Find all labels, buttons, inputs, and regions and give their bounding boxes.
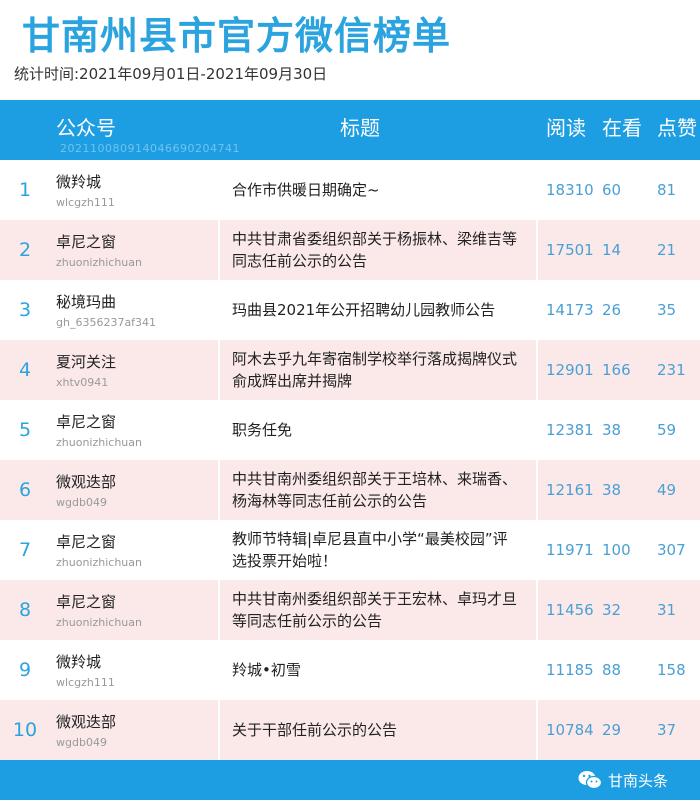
account-id: wlcgzh111 bbox=[56, 676, 115, 689]
header-watching: 在看 bbox=[602, 116, 642, 140]
read-count: 12381 bbox=[546, 421, 594, 439]
read-count: 11971 bbox=[546, 541, 594, 559]
likes-count: 31 bbox=[657, 601, 677, 619]
article-title: 中共甘肃省委组织部关于杨振林、梁维吉等同志任前公示的公告 bbox=[232, 230, 518, 270]
statistics-period: 统计时间:2021年09月01日-2021年09月30日 bbox=[14, 65, 328, 83]
watching-count: 29 bbox=[602, 721, 622, 739]
rank-number: 8 bbox=[18, 599, 32, 621]
read-count: 17501 bbox=[546, 241, 594, 259]
article-title: 职务任免 bbox=[232, 421, 293, 439]
read-count: 10784 bbox=[546, 721, 594, 739]
watching-count: 88 bbox=[602, 661, 622, 679]
watching-count: 60 bbox=[602, 181, 622, 199]
rank-number: 1 bbox=[18, 179, 32, 201]
header-read: 阅读 bbox=[546, 116, 586, 140]
likes-count: 231 bbox=[657, 361, 686, 379]
watermark-text: 甘南头条 bbox=[608, 771, 669, 790]
table-row: 5 卓尼之窗 zhuonizhichuan 职务任免 12381 38 59 bbox=[0, 400, 700, 460]
table-row: 2 卓尼之窗 zhuonizhichuan 中共甘肃省委组织部关于杨振林、梁维吉… bbox=[0, 220, 700, 280]
account-id: zhuonizhichuan bbox=[56, 556, 142, 569]
rank-number: 6 bbox=[18, 479, 32, 501]
rank-number: 3 bbox=[18, 299, 32, 321]
header-code: 202110080914046690204741 bbox=[60, 142, 240, 155]
account-id: wlcgzh111 bbox=[56, 196, 115, 209]
rank-number: 5 bbox=[18, 419, 32, 441]
account-name: 秘境玛曲 bbox=[56, 293, 117, 311]
watching-count: 166 bbox=[602, 361, 631, 379]
account-name: 夏河关注 bbox=[56, 353, 117, 371]
watermark: 甘南头条 bbox=[578, 761, 668, 799]
account-name: 卓尼之窗 bbox=[56, 413, 117, 431]
account-name: 卓尼之窗 bbox=[56, 593, 117, 611]
likes-count: 158 bbox=[657, 661, 686, 679]
read-count: 11185 bbox=[546, 661, 594, 679]
rank-number: 4 bbox=[18, 359, 32, 381]
wechat-icon bbox=[578, 771, 602, 790]
account-id: zhuonizhichuan bbox=[56, 616, 142, 629]
watching-count: 26 bbox=[602, 301, 622, 319]
likes-count: 21 bbox=[657, 241, 677, 259]
article-title: 中共甘南州委组织部关于王宏林、卓玛才旦等同志任前公示的公告 bbox=[232, 590, 518, 630]
table-row: 6 微观迭部 wgdb049 中共甘南州委组织部关于王培林、来瑞香、杨海林等同志… bbox=[0, 460, 700, 520]
watching-count: 32 bbox=[602, 601, 622, 619]
table-row: 9 微羚城 wlcgzh111 羚城•初雪 11185 88 158 bbox=[0, 640, 700, 700]
account-id: xhtv0941 bbox=[56, 376, 109, 389]
read-count: 14173 bbox=[546, 301, 594, 319]
article-title: 教师节特辑|卓尼县直中小学“最美校园”评选投票开始啦！ bbox=[232, 530, 508, 570]
page-title: 甘南州县市官方微信榜单 bbox=[22, 14, 452, 58]
rank-number: 7 bbox=[18, 539, 32, 561]
rank-number: 2 bbox=[18, 239, 32, 261]
account-id: zhuonizhichuan bbox=[56, 436, 142, 449]
account-name: 卓尼之窗 bbox=[56, 533, 117, 551]
table-row: 3 秘境玛曲 gh_6356237af341 玛曲县2021年公开招聘幼儿园教师… bbox=[0, 280, 700, 340]
account-id: gh_6356237af341 bbox=[56, 316, 157, 329]
watching-count: 14 bbox=[602, 241, 622, 259]
account-id: zhuonizhichuan bbox=[56, 256, 142, 269]
account-name: 微观迭部 bbox=[56, 473, 117, 491]
article-title: 关于干部任前公示的公告 bbox=[232, 721, 398, 739]
watching-count: 38 bbox=[602, 421, 622, 439]
account-id: wgdb049 bbox=[56, 496, 107, 509]
likes-count: 81 bbox=[657, 181, 677, 199]
account-name: 微羚城 bbox=[56, 173, 102, 191]
header-account: 公众号 bbox=[56, 116, 116, 140]
article-title: 玛曲县2021年公开招聘幼儿园教师公告 bbox=[232, 301, 496, 319]
likes-count: 35 bbox=[657, 301, 677, 319]
table-row: 7 卓尼之窗 zhuonizhichuan 教师节特辑|卓尼县直中小学“最美校园… bbox=[0, 520, 700, 580]
table-row: 1 微羚城 wlcgzh111 合作市供暖日期确定~ 18310 60 81 bbox=[0, 160, 700, 220]
ranking-table: 1 微羚城 wlcgzh111 合作市供暖日期确定~ 18310 60 81 2… bbox=[0, 160, 700, 760]
read-count: 11456 bbox=[546, 601, 594, 619]
read-count: 12901 bbox=[546, 361, 594, 379]
table-row: 8 卓尼之窗 zhuonizhichuan 中共甘南州委组织部关于王宏林、卓玛才… bbox=[0, 580, 700, 640]
table-row: 4 夏河关注 xhtv0941 阿木去乎九年寄宿制学校举行落成揭牌仪式 俞成辉出… bbox=[0, 340, 700, 400]
likes-count: 49 bbox=[657, 481, 677, 499]
watching-count: 38 bbox=[602, 481, 622, 499]
rank-number: 10 bbox=[12, 719, 38, 741]
watching-count: 100 bbox=[602, 541, 631, 559]
header-likes: 点赞 bbox=[657, 116, 697, 140]
likes-count: 37 bbox=[657, 721, 677, 739]
table-row: 10 微观迭部 wgdb049 关于干部任前公示的公告 10784 29 37 bbox=[0, 700, 700, 760]
article-title: 合作市供暖日期确定~ bbox=[232, 181, 380, 199]
table-header: 公众号 标题 阅读 在看 点赞 202110080914046690204741 bbox=[0, 100, 700, 160]
account-name: 微观迭部 bbox=[56, 713, 117, 731]
account-name: 微羚城 bbox=[56, 653, 102, 671]
article-title: 羚城•初雪 bbox=[232, 661, 301, 679]
read-count: 18310 bbox=[546, 181, 594, 199]
likes-count: 307 bbox=[657, 541, 686, 559]
read-count: 12161 bbox=[546, 481, 594, 499]
rank-number: 9 bbox=[18, 659, 32, 681]
account-id: wgdb049 bbox=[56, 736, 107, 749]
account-name: 卓尼之窗 bbox=[56, 233, 117, 251]
article-title: 中共甘南州委组织部关于王培林、来瑞香、杨海林等同志任前公示的公告 bbox=[232, 470, 518, 510]
header-title: 标题 bbox=[340, 116, 380, 140]
article-title: 阿木去乎九年寄宿制学校举行落成揭牌仪式 俞成辉出席并揭牌 bbox=[232, 350, 518, 390]
likes-count: 59 bbox=[657, 421, 677, 439]
